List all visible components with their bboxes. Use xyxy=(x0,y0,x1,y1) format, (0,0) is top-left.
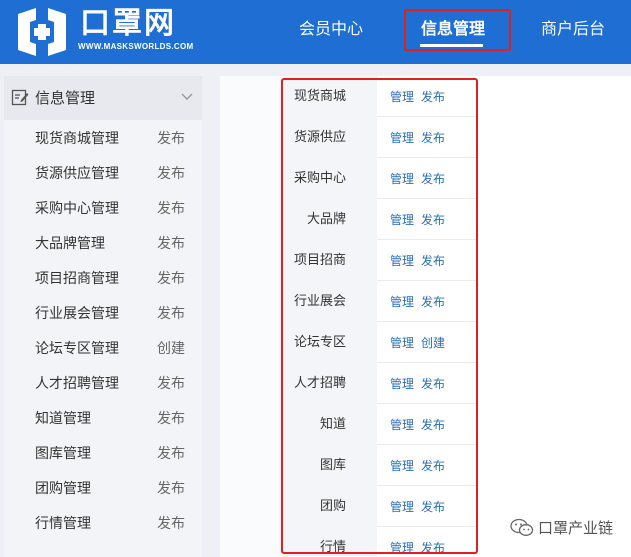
sidebar-item-action[interactable]: 发布 xyxy=(157,165,185,183)
sidebar-item-recruitment[interactable]: 人才招聘管理 发布 xyxy=(4,367,202,402)
sidebar-item-action[interactable]: 发布 xyxy=(157,375,185,393)
sidebar-item-label: 论坛专区管理 xyxy=(35,341,119,357)
logo-text: 口罩网 xyxy=(80,6,176,41)
sidebar-item-label: 货源供应管理 xyxy=(35,166,119,182)
sidebar-item-action[interactable]: 发布 xyxy=(157,445,185,463)
logo-mark-icon xyxy=(18,8,66,56)
sidebar-item-purchase[interactable]: 采购中心管理 发布 xyxy=(4,192,202,227)
sidebar-item-forum[interactable]: 论坛专区管理 创建 xyxy=(4,332,202,367)
sidebar-item-label: 图库管理 xyxy=(35,446,91,462)
sidebar-item-action[interactable]: 发布 xyxy=(157,515,185,533)
nav-highlight-box xyxy=(404,9,511,51)
wechat-icon xyxy=(510,518,534,536)
sidebar-item-label: 人才招聘管理 xyxy=(35,376,119,392)
nav-member-center[interactable]: 会员中心 xyxy=(299,18,363,40)
sidebar-item-label: 知道管理 xyxy=(35,411,91,427)
sidebar-item-action[interactable]: 发布 xyxy=(157,130,185,148)
sidebar-item-exhibition[interactable]: 行业展会管理 发布 xyxy=(4,297,202,332)
sidebar-item-label: 行情管理 xyxy=(35,516,91,532)
sidebar-item-gallery[interactable]: 图库管理 发布 xyxy=(4,437,202,472)
sidebar-item-action[interactable]: 发布 xyxy=(157,270,185,288)
sidebar-item-action[interactable]: 发布 xyxy=(157,235,185,253)
sidebar-header[interactable]: 信息管理 xyxy=(4,76,202,120)
sidebar-item-know[interactable]: 知道管理 发布 xyxy=(4,402,202,437)
sidebar-item-action[interactable]: 创建 xyxy=(157,340,185,358)
sidebar-item-label: 大品牌管理 xyxy=(35,236,105,252)
chevron-down-icon[interactable] xyxy=(180,90,194,104)
sidebar-item-label: 采购中心管理 xyxy=(35,201,119,217)
sidebar-title: 信息管理 xyxy=(35,89,96,107)
sidebar-item-label: 行业展会管理 xyxy=(35,306,119,322)
sidebar-item-supply[interactable]: 货源供应管理 发布 xyxy=(4,157,202,192)
sidebar-item-spot-mall[interactable]: 现货商城管理 发布 xyxy=(4,122,202,157)
sidebar: 信息管理 现货商城管理 发布 货源供应管理 发布 采购中心管理 发布 大品牌管理… xyxy=(4,76,202,557)
watermark-text: 口罩产业链 xyxy=(538,519,614,537)
sidebar-item-action[interactable]: 发布 xyxy=(157,200,185,218)
logo-url: WWW.MASKSWORLDS.COM xyxy=(78,42,194,51)
sidebar-item-group-buy[interactable]: 团购管理 发布 xyxy=(4,472,202,507)
sidebar-item-label: 团购管理 xyxy=(35,481,91,497)
top-header: 口罩网 WWW.MASKSWORLDS.COM 会员中心 信息管理 商户后台 xyxy=(0,0,631,64)
sidebar-item-label: 项目招商管理 xyxy=(35,271,119,287)
edit-note-icon xyxy=(11,89,29,106)
nav-merchant-backend[interactable]: 商户后台 xyxy=(541,18,605,40)
sidebar-item-market[interactable]: 行情管理 发布 xyxy=(4,507,202,542)
main-highlight-box xyxy=(281,78,478,554)
sidebar-item-action[interactable]: 发布 xyxy=(157,480,185,498)
watermark: 口罩产业链 xyxy=(510,516,628,542)
sidebar-item-label: 现货商城管理 xyxy=(35,131,119,147)
site-logo[interactable]: 口罩网 WWW.MASKSWORLDS.COM xyxy=(14,6,204,58)
sidebar-item-brand[interactable]: 大品牌管理 发布 xyxy=(4,227,202,262)
sidebar-item-action[interactable]: 发布 xyxy=(157,410,185,428)
sidebar-item-action[interactable]: 发布 xyxy=(157,305,185,323)
sidebar-item-investment[interactable]: 项目招商管理 发布 xyxy=(4,262,202,297)
